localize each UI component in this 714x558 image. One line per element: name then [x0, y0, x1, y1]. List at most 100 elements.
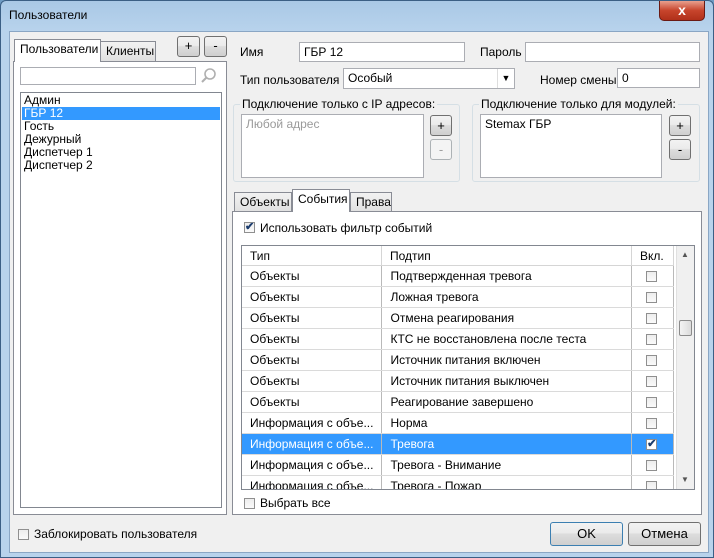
event-enabled-cell	[631, 286, 674, 308]
user-search-input[interactable]	[20, 67, 196, 85]
shift-number-input[interactable]: 0	[617, 68, 700, 88]
event-type-cell: Информация с объе...	[242, 475, 383, 489]
event-subtype-cell: Норма	[381, 412, 633, 434]
ip-group-title: Подключение только с IP адресов:	[240, 97, 438, 111]
event-type-cell: Объекты	[242, 307, 383, 329]
event-enabled-checkbox[interactable]	[646, 270, 658, 282]
event-subtype-cell: Реагирование завершено	[381, 391, 633, 413]
select-all-checkbox[interactable]	[244, 498, 255, 509]
event-type-cell: Информация с объе...	[242, 412, 383, 434]
remove-user-button[interactable]: -	[204, 36, 227, 57]
event-type-cell: Объекты	[242, 370, 383, 392]
event-enabled-cell	[631, 370, 674, 392]
name-input[interactable]: ГБР 12	[299, 42, 465, 62]
users-tab-page: Админ ГБР 12 Гость Дежурный Диспетчер 1 Диспе…	[13, 61, 227, 515]
table-row[interactable]: Информация с объе... Тревога - Пожар	[242, 475, 674, 489]
event-subtype-cell: Тревога - Пожар	[381, 475, 633, 489]
event-enabled-checkbox[interactable]	[646, 459, 658, 471]
event-type-cell: Объекты	[242, 266, 383, 287]
column-type[interactable]: Тип	[242, 246, 382, 266]
scroll-thumb[interactable]	[679, 320, 692, 336]
event-subtype-cell: Тревога - Внимание	[381, 454, 633, 476]
column-subtype[interactable]: Подтип	[382, 246, 632, 266]
ip-group: Подключение только с IP адресов: Любой а…	[233, 97, 460, 182]
search-icon[interactable]	[200, 67, 218, 85]
event-enabled-checkbox[interactable]	[646, 333, 658, 345]
event-enabled-cell: ✔	[631, 433, 674, 455]
add-ip-button[interactable]: +	[430, 115, 452, 136]
event-subtype-cell: Отмена реагирования	[381, 307, 633, 329]
scroll-down-icon[interactable]: ▼	[681, 475, 689, 484]
table-row[interactable]: Информация с объе... Норма	[242, 412, 674, 434]
table-row[interactable]: Информация с объе... Тревога ✔	[242, 433, 674, 455]
table-row[interactable]: Объекты Источник питания выключен	[242, 370, 674, 392]
tab-objects[interactable]: Объекты	[234, 192, 292, 212]
close-icon: x	[678, 2, 686, 18]
event-type-cell: Объекты	[242, 391, 383, 413]
password-input[interactable]	[525, 42, 700, 62]
events-table: Тип Подтип Вкл. Объекты Подтвержденная тр…	[241, 245, 695, 490]
chevron-down-icon[interactable]: ▼	[497, 69, 514, 88]
close-button[interactable]: x	[659, 1, 705, 21]
event-subtype-cell: Подтвержденная тревога	[381, 266, 633, 287]
event-type-cell: Объекты	[242, 286, 383, 308]
ok-button[interactable]: OK	[550, 522, 623, 546]
tab-rights[interactable]: Права	[350, 192, 392, 212]
event-enabled-cell	[631, 391, 674, 413]
events-rows: Объекты Подтвержденная тревога Объекты Ложн…	[242, 266, 674, 489]
cancel-button[interactable]: Отмена	[628, 522, 701, 546]
event-type-cell: Информация с объе...	[242, 454, 383, 476]
window-title: Пользователи	[9, 8, 88, 22]
users-list[interactable]: Админ ГБР 12 Гость Дежурный Диспетчер 1 Диспе…	[20, 92, 222, 508]
lock-user-label: Заблокировать пользователя	[34, 527, 198, 541]
event-enabled-checkbox[interactable]	[646, 417, 658, 429]
use-event-filter-checkbox[interactable]: ✔	[244, 222, 255, 233]
add-module-button[interactable]: +	[669, 115, 691, 136]
users-window: Пользователи x Пользователи Клиенты + - …	[0, 0, 714, 558]
select-all-label: Выбрать все	[260, 496, 331, 510]
tab-events[interactable]: События	[292, 189, 350, 212]
user-type-value: Особый	[348, 71, 393, 85]
event-enabled-checkbox[interactable]	[646, 396, 658, 408]
event-subtype-cell: КТС не восстановлена после теста	[381, 328, 633, 350]
column-enabled[interactable]: Вкл.	[632, 246, 674, 266]
shift-number-label: Номер смены	[540, 73, 617, 87]
add-user-button[interactable]: +	[177, 36, 200, 57]
modules-list[interactable]: Stemax ГБР	[480, 114, 662, 178]
name-label: Имя	[240, 45, 264, 59]
tab-users[interactable]: Пользователи	[14, 39, 101, 62]
event-enabled-checkbox[interactable]: ✔	[646, 438, 658, 450]
password-label: Пароль	[480, 45, 522, 59]
user-type-label: Тип пользователя	[240, 73, 340, 87]
event-enabled-checkbox[interactable]	[646, 354, 658, 366]
user-list-item[interactable]: Диспетчер 2	[22, 159, 220, 172]
remove-ip-button[interactable]: -	[430, 139, 452, 160]
event-enabled-checkbox[interactable]	[646, 312, 658, 324]
table-row[interactable]: Объекты Источник питания включен	[242, 349, 674, 371]
modules-group-title: Подключение только для модулей:	[479, 97, 678, 111]
remove-module-button[interactable]: -	[669, 139, 691, 160]
events-scrollbar[interactable]: ▲ ▼	[676, 246, 694, 489]
tab-clients[interactable]: Клиенты	[100, 41, 156, 61]
ip-list[interactable]: Любой адрес	[241, 114, 424, 178]
user-type-select[interactable]: Особый ▼	[343, 68, 515, 89]
table-row[interactable]: Объекты Ложная тревога	[242, 286, 674, 308]
event-enabled-checkbox[interactable]	[646, 480, 658, 489]
lock-user-checkbox[interactable]	[18, 529, 29, 540]
event-enabled-cell	[631, 412, 674, 434]
table-row[interactable]: Объекты Реагирование завершено	[242, 391, 674, 413]
scroll-up-icon[interactable]: ▲	[681, 250, 689, 259]
event-enabled-checkbox[interactable]	[646, 291, 658, 303]
event-type-cell: Информация с объе...	[242, 433, 383, 455]
event-enabled-cell	[631, 328, 674, 350]
modules-group: Подключение только для модулей: Stemax Г…	[472, 97, 700, 182]
event-enabled-checkbox[interactable]	[646, 375, 658, 387]
table-row[interactable]: Объекты КТС не восстановлена после теста	[242, 328, 674, 350]
event-enabled-cell	[631, 475, 674, 489]
event-subtype-cell: Источник питания выключен	[381, 370, 633, 392]
event-type-cell: Объекты	[242, 328, 383, 350]
table-row[interactable]: Информация с объе... Тревога - Внимание	[242, 454, 674, 476]
table-row[interactable]: Объекты Подтвержденная тревога	[242, 266, 674, 287]
table-row[interactable]: Объекты Отмена реагирования	[242, 307, 674, 329]
event-enabled-cell	[631, 307, 674, 329]
